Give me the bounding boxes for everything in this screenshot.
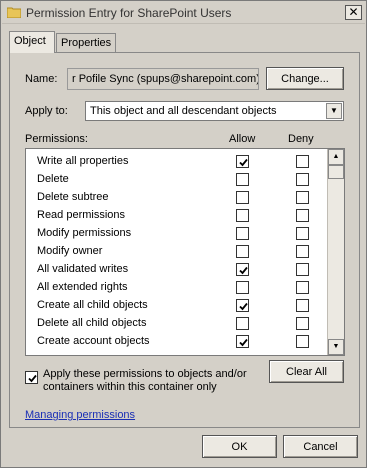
scroll-up-icon[interactable]: ▲ — [328, 149, 344, 165]
permission-row: All validated writes — [26, 260, 328, 278]
check-icon — [239, 338, 248, 347]
allow-header: Allow — [229, 133, 256, 145]
deny-checkbox[interactable] — [296, 155, 309, 168]
permission-label: Write all properties — [37, 155, 129, 167]
deny-checkbox[interactable] — [296, 191, 309, 204]
allow-checkbox[interactable] — [236, 245, 249, 258]
allow-checkbox[interactable] — [236, 263, 249, 276]
permission-row: Delete subtree — [26, 188, 328, 206]
allow-checkbox[interactable] — [236, 155, 249, 168]
ok-button[interactable]: OK — [202, 435, 277, 458]
allow-checkbox[interactable] — [236, 335, 249, 348]
allow-checkbox[interactable] — [236, 317, 249, 330]
allow-checkbox[interactable] — [236, 299, 249, 312]
check-icon — [28, 374, 37, 383]
scroll-down-icon[interactable]: ▼ — [328, 339, 344, 355]
apply-to-select[interactable]: This object and all descendant objects ▼ — [85, 101, 344, 121]
permission-label: Delete — [37, 173, 69, 185]
permissions-list[interactable]: Write all properties Delete Delete subtree… — [25, 148, 345, 356]
permission-row: Delete — [26, 170, 328, 188]
permission-label: Create account objects — [37, 335, 150, 347]
check-icon — [239, 266, 248, 275]
chevron-down-icon[interactable]: ▼ — [326, 103, 342, 119]
permissions-header: Permissions: — [25, 133, 88, 145]
scroll-thumb[interactable] — [328, 165, 344, 179]
permission-label: Delete subtree — [37, 191, 109, 203]
permission-row: Read permissions — [26, 206, 328, 224]
apply-to-label: Apply to: — [25, 105, 68, 117]
close-button[interactable]: ✕ — [345, 5, 362, 20]
permission-row: Create account objects — [26, 332, 328, 350]
deny-checkbox[interactable] — [296, 209, 309, 222]
managing-permissions-link[interactable]: Managing permissions — [25, 409, 135, 421]
permission-label: Modify owner — [37, 245, 103, 257]
apply-permissions-checkbox[interactable] — [25, 371, 38, 384]
permission-label: Modify permissions — [37, 227, 132, 239]
permission-label: All extended rights — [37, 281, 128, 293]
permission-entry-dialog: Permission Entry for SharePoint Users ✕ … — [0, 0, 367, 468]
permission-row: Write all properties — [26, 152, 328, 170]
vertical-scrollbar[interactable]: ▲ ▼ — [327, 149, 344, 355]
deny-checkbox[interactable] — [296, 299, 309, 312]
name-value: r Pofile Sync (spups@sharepoint.com) — [67, 68, 259, 90]
permission-label: Create all child objects — [37, 299, 148, 311]
deny-checkbox[interactable] — [296, 263, 309, 276]
change-button[interactable]: Change... — [266, 67, 344, 90]
name-label: Name: — [25, 73, 58, 85]
cancel-button[interactable]: Cancel — [283, 435, 358, 458]
folder-icon — [7, 7, 21, 18]
deny-checkbox[interactable] — [296, 245, 309, 258]
allow-checkbox[interactable] — [236, 173, 249, 186]
allow-checkbox[interactable] — [236, 191, 249, 204]
deny-header: Deny — [288, 133, 314, 145]
allow-checkbox[interactable] — [236, 227, 249, 240]
permission-row: Delete all child objects — [26, 314, 328, 332]
apply-permissions-line1: Apply these permissions to objects and/o… — [43, 368, 247, 380]
permission-row: Modify owner — [26, 242, 328, 260]
permission-row: Modify permissions — [26, 224, 328, 242]
title-bar[interactable]: Permission Entry for SharePoint Users ✕ — [2, 2, 365, 24]
deny-checkbox[interactable] — [296, 281, 309, 294]
deny-checkbox[interactable] — [296, 335, 309, 348]
apply-to-value: This object and all descendant objects — [90, 105, 277, 117]
permission-label: All validated writes — [37, 263, 129, 275]
tab-properties[interactable]: Properties — [56, 33, 116, 53]
permission-label: Read permissions — [37, 209, 126, 221]
allow-checkbox[interactable] — [236, 209, 249, 222]
apply-permissions-line2: containers within this container only — [43, 381, 217, 393]
check-icon — [239, 302, 248, 311]
deny-checkbox[interactable] — [296, 317, 309, 330]
check-icon — [239, 158, 248, 167]
allow-checkbox[interactable] — [236, 281, 249, 294]
permission-row: All extended rights — [26, 278, 328, 296]
deny-checkbox[interactable] — [296, 173, 309, 186]
window-title: Permission Entry for SharePoint Users — [26, 6, 232, 20]
clear-all-button[interactable]: Clear All — [269, 360, 344, 383]
tab-object[interactable]: Object — [9, 31, 55, 53]
close-icon: ✕ — [348, 5, 359, 19]
permission-label: Delete all child objects — [37, 317, 147, 329]
deny-checkbox[interactable] — [296, 227, 309, 240]
permission-row: Create all child objects — [26, 296, 328, 314]
